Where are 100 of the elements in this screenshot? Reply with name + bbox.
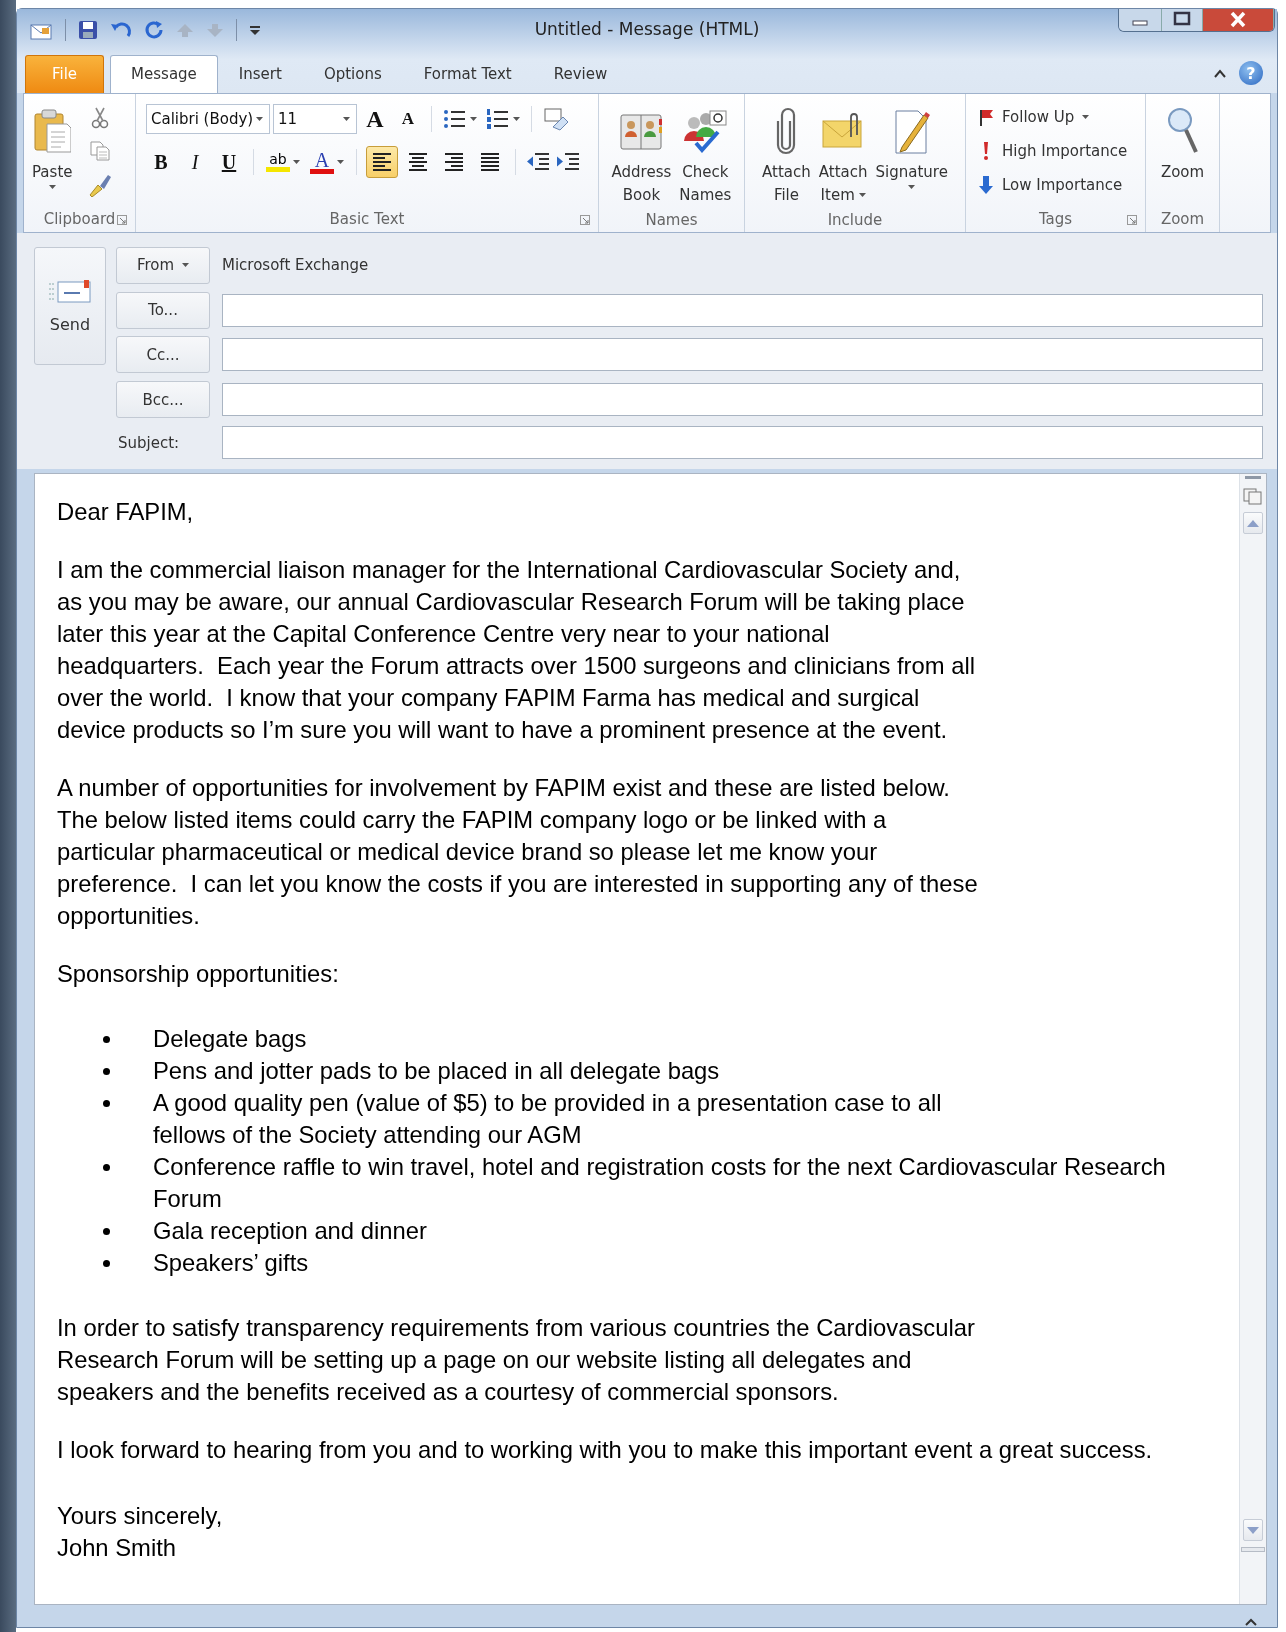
font-size-field[interactable]: 11 — [273, 104, 357, 134]
split-handle-icon[interactable] — [1245, 476, 1261, 480]
center-icon — [407, 150, 429, 174]
magnifier-icon — [1165, 106, 1200, 156]
collapse-icon[interactable] — [1245, 1618, 1257, 1626]
format-painter-icon[interactable] — [87, 173, 112, 197]
high-importance-button[interactable]: High Importance — [978, 138, 1128, 164]
send-envelope-icon — [48, 278, 92, 305]
body-paragraph: A number of opportunities for involvement by FAPIM exist and these are listed below. The below listed items could carry the FAPIM company logo or be linked with a particular pharmaceutical or medical device brand so please let me know your preference. I can let you know the costs if you are interested in supporting any of these opportunities. — [57, 773, 979, 931]
group-label: Tags — [1038, 210, 1073, 228]
check-names-button[interactable]: Check Names — [675, 100, 736, 208]
recipient-field[interactable] — [222, 383, 1263, 417]
ribbon-tab[interactable]: Format Text — [402, 55, 533, 93]
caret-icon — [470, 117, 477, 121]
body-paragraph: Dear FAPIM, — [57, 497, 195, 527]
font-name-field[interactable]: Calibri (Body) — [146, 104, 270, 134]
bullet-icon — [103, 1036, 110, 1043]
recipient-field[interactable] — [222, 293, 1263, 327]
address-book-button[interactable]: Address Book — [607, 100, 676, 208]
styles-eraser-icon[interactable] — [543, 107, 569, 131]
signature-text: Yours sincerely, John Smith — [57, 1501, 224, 1563]
color-bar-icon — [310, 168, 334, 174]
recipient-field[interactable] — [222, 338, 1263, 372]
underline-button[interactable]: U — [214, 147, 244, 177]
address-button[interactable]: Cc... — [116, 336, 210, 374]
bullet-text: Conference raffle to win travel, hotel and registration costs for the next Cardiovascular Research Forum — [153, 1152, 1166, 1214]
dialog-launcher-icon[interactable] — [1127, 215, 1137, 225]
dialog-launcher-icon[interactable] — [580, 215, 590, 225]
close-icon[interactable] — [1203, 9, 1274, 31]
save-icon[interactable] — [78, 20, 98, 40]
address-button[interactable]: Bcc... — [116, 381, 210, 419]
maximize-icon[interactable] — [1162, 9, 1203, 31]
bullet-text: Speakers’ gifts — [153, 1248, 309, 1278]
customize-toolbar-icon[interactable] — [249, 24, 261, 36]
bullet-icon — [103, 1068, 110, 1075]
scissors-icon[interactable] — [90, 107, 109, 129]
body-paragraph: I look forward to hearing from you and to working with you to make this important event a great success. — [57, 1435, 1154, 1465]
bullet-text: Delegate bags — [153, 1024, 307, 1054]
attach-file-button[interactable]: Attach File — [758, 100, 815, 208]
send-button[interactable]: Send — [34, 247, 106, 365]
from-account: Microsoft Exchange — [222, 256, 370, 275]
dialog-launcher-icon[interactable] — [117, 215, 127, 225]
caret-icon — [343, 117, 350, 121]
up-triangle-icon — [1247, 519, 1259, 527]
bullet-text: A good quality pen (value of $5) to be provided in a presentation case to all fellows of the Society attending our AGM — [153, 1088, 942, 1150]
ribbon-tab[interactable]: Insert — [217, 55, 303, 93]
group-label: Basic Text — [329, 210, 405, 228]
highlight-bar-icon — [266, 167, 290, 172]
bold-button[interactable]: B — [146, 147, 176, 177]
bullet-icon — [103, 1100, 110, 1107]
ribbon-tab[interactable]: Message — [110, 55, 218, 93]
ruler-toggle-icon[interactable] — [1243, 486, 1263, 506]
highlight-button[interactable]: ab — [263, 149, 303, 175]
copy-icon[interactable] — [89, 141, 110, 161]
bullet-text: Gala reception and dinner — [153, 1216, 427, 1246]
down-triangle-icon — [1247, 1526, 1259, 1534]
caret-icon — [513, 117, 520, 121]
follow-up-button[interactable]: Follow Up — [978, 104, 1128, 130]
scroll-up-button[interactable] — [1243, 512, 1263, 534]
group-label: Names — [645, 211, 698, 229]
ribbon-tab[interactable]: Options — [302, 55, 403, 93]
down-arrow-icon — [979, 175, 993, 195]
caret-icon — [337, 160, 344, 164]
address-button[interactable]: To... — [116, 291, 210, 329]
scroll-down-button[interactable] — [1243, 1519, 1263, 1541]
ribbon-tab[interactable]: Review — [532, 55, 629, 93]
body-paragraph: I am the commercial liaison manager for the International Cardiovascular Society and, as you may be aware, our annual Cardiovascular Research Forum will be taking place later this year at the Capital Conference Centre very near to your national headquarters. Each year the Forum attracts over 1500 surgeons and clinicians from all over the world. I know that your company FAPIM Farma has medical and surgical device products so I’m sure you will want to have a prominent presence at the event. — [57, 555, 976, 745]
collapse-ribbon-icon[interactable] — [1213, 68, 1227, 78]
zoom-button[interactable]: Zoom — [1156, 100, 1209, 206]
grow-font-button[interactable]: A — [360, 104, 390, 134]
caret-icon — [182, 263, 190, 268]
exclamation-icon — [981, 141, 991, 161]
body-paragraph: In order to satisfy transparency requirements from various countries the Cardiovascular Research Forum will be setting up a page on our website listing all delegates and speakers and the benefits received as a courtesy of commercial sponsors. — [57, 1313, 976, 1407]
bullet-icon — [103, 1260, 110, 1267]
from-button[interactable]: From — [116, 246, 210, 284]
bullet-text: Pens and jotter pads to be placed in all delegate bags — [153, 1056, 720, 1086]
italic-button[interactable]: I — [180, 147, 210, 177]
flag-icon — [978, 108, 994, 126]
bullet-icon — [103, 1164, 110, 1171]
bullets-icon[interactable] — [443, 108, 467, 130]
align-right-icon — [443, 150, 465, 174]
low-importance-button[interactable]: Low Importance — [978, 172, 1128, 198]
signature-button[interactable]: Signature — [871, 100, 952, 208]
check-names-icon — [682, 109, 729, 153]
font-color-button[interactable]: A — [307, 147, 347, 177]
subject-field[interactable] — [222, 426, 1263, 460]
bullet-icon — [103, 1228, 110, 1235]
caret-icon — [293, 160, 300, 164]
caret-icon — [256, 117, 263, 121]
paperclip-icon — [775, 107, 798, 155]
redo-icon[interactable] — [144, 20, 164, 40]
align-left-button[interactable] — [366, 146, 398, 178]
shrink-font-button[interactable]: A — [393, 104, 423, 134]
paste-button[interactable]: Paste — [28, 100, 77, 206]
attach-item-button[interactable]: Attach Item — [814, 100, 872, 208]
group-label: Include — [827, 211, 883, 229]
group-label: Clipboard — [43, 210, 116, 228]
group-label: Zoom — [1160, 210, 1205, 228]
subject-label: Subject: — [117, 433, 181, 452]
numbering-icon[interactable] — [486, 108, 510, 130]
